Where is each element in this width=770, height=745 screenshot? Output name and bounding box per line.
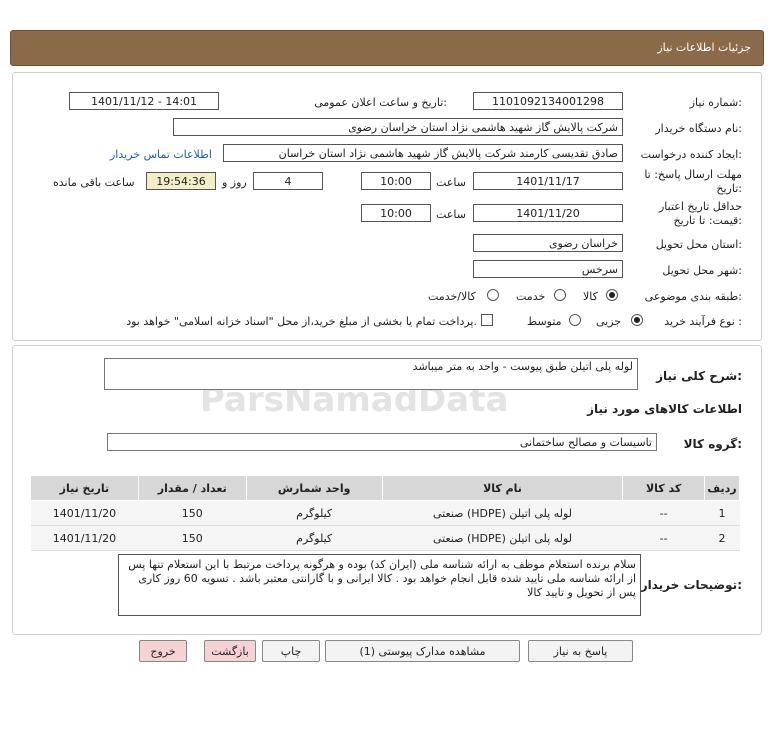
view-attachments-button[interactable]: مشاهده مدارک پیوستی (1) [325, 640, 520, 662]
cell-name: لوله پلی اتیلن (HDPE) صنعتی [382, 525, 623, 551]
need-number-label: شماره نیاز: [689, 96, 742, 109]
category-goods-service-radio[interactable] [487, 289, 499, 301]
buyer-org-field: شرکت پالایش گاز شهید هاشمی نژاد استان خر… [173, 118, 623, 136]
category-goods-radio[interactable] [606, 289, 618, 301]
remaining-time-field: 19:54:36 [146, 172, 216, 190]
days-label: روز و [222, 176, 247, 189]
creator-label: ایجاد کننده درخواست: [640, 148, 742, 161]
reply-button[interactable]: پاسخ به نیاز [528, 640, 633, 662]
cell-unit: کیلوگرم [246, 525, 383, 551]
deadline-time-field: 10:00 [361, 172, 431, 190]
announce-field: 1401/11/12 - 14:01 [69, 92, 219, 110]
buyer-notes-label: توضیحات خریدار: [640, 578, 742, 592]
process-minor-radio[interactable] [631, 314, 643, 326]
col-code: کد کالا [622, 475, 705, 501]
exit-button[interactable]: خروج [139, 640, 187, 662]
category-goods-label: کالا [583, 290, 598, 303]
col-row: ردیف [703, 475, 741, 501]
city-label: شهر محل تحویل: [662, 264, 742, 277]
goods-group-field: تاسیسات و مصالح ساختمانی [107, 433, 657, 451]
cell-unit: کیلوگرم [246, 500, 383, 526]
validity-label-2: قیمت: تا تاریخ: [673, 214, 742, 227]
contact-buyer-link[interactable]: اطلاعات تماس خریدار [110, 148, 212, 161]
cell-row: 1 [704, 500, 740, 526]
process-medium-label: متوسط [527, 315, 562, 328]
table-row[interactable]: 2 -- لوله پلی اتیلن (HDPE) صنعتی کیلوگرم… [30, 525, 740, 551]
col-date: تاریخ نیاز [30, 475, 139, 501]
process-medium-radio[interactable] [569, 314, 581, 326]
goods-table: ردیف کد کالا نام کالا واحد شمارش تعداد /… [30, 475, 741, 551]
category-service-radio[interactable] [554, 289, 566, 301]
category-label: طبقه بندی موضوعی: [644, 290, 742, 303]
cell-qty: 150 [138, 500, 247, 526]
process-label: نوع فرآیند خرید : [664, 315, 742, 328]
cell-code: -- [622, 525, 705, 551]
cell-qty: 150 [138, 525, 247, 551]
days-field: 4 [253, 172, 323, 190]
back-button[interactable]: بازگشت [204, 640, 256, 662]
province-label: استان محل تحویل: [655, 238, 742, 251]
deadline-label-1: مهلت ارسال پاسخ: تا [644, 168, 742, 181]
process-minor-label: جزیی [596, 315, 622, 328]
cell-code: -- [622, 500, 705, 526]
buyer-org-label: نام دستگاه خریدار: [655, 122, 742, 135]
goods-group-label: گروه کالا: [683, 437, 742, 451]
validity-label-1: حداقل تاریخ اعتبار [658, 200, 742, 213]
goods-info-heading: اطلاعات کالاهای مورد نیاز [587, 402, 742, 416]
cell-row: 2 [704, 525, 740, 551]
cell-date: 1401/11/20 [30, 500, 139, 526]
deadline-time-label: ساعت [436, 176, 466, 189]
table-row[interactable]: 1 -- لوله پلی اتیلن (HDPE) صنعتی کیلوگرم… [30, 500, 740, 526]
page-header: جزئیات اطلاعات نیاز [10, 30, 764, 66]
cell-name: لوله پلی اتیلن (HDPE) صنعتی [382, 500, 623, 526]
col-unit: واحد شمارش [245, 475, 383, 501]
need-number-field: 1101092134001298 [473, 92, 623, 110]
validity-time-label: ساعت [436, 208, 466, 221]
table-header-row: ردیف کد کالا نام کالا واحد شمارش تعداد /… [30, 475, 741, 501]
category-goods-service-label: کالا/خدمت [428, 290, 476, 303]
print-button[interactable]: چاپ [262, 640, 320, 662]
validity-date-field: 1401/11/20 [473, 204, 623, 222]
treasury-payment-note: پرداخت تمام یا بخشی از مبلغ خرید،از محل … [126, 315, 477, 328]
summary-label: شرح کلی نیاز: [656, 369, 742, 383]
remaining-label: ساعت باقی مانده [53, 176, 135, 189]
buyer-notes-field: سلام برنده استعلام موظف به ارائه شناسه م… [118, 554, 641, 616]
category-service-label: خدمت [516, 290, 546, 303]
city-field: سرخس [473, 260, 623, 278]
deadline-label-2: تاریخ: [716, 182, 742, 195]
page-title: جزئیات اطلاعات نیاز [657, 41, 751, 54]
col-name: نام کالا [381, 475, 624, 501]
province-field: خراسان رضوی [473, 234, 623, 252]
summary-field: لوله پلی اتیلن طبق پیوست - واحد به متر م… [104, 358, 638, 390]
deadline-date-field: 1401/11/17 [473, 172, 623, 190]
validity-time-field: 10:00 [361, 204, 431, 222]
treasury-payment-checkbox[interactable] [481, 314, 493, 326]
announce-label: تاریخ و ساعت اعلان عمومی: [314, 96, 447, 109]
creator-field: صادق تقدیسی کارمند شرکت پالایش گاز شهید … [223, 144, 623, 162]
cell-date: 1401/11/20 [30, 525, 139, 551]
col-qty: تعداد / مقدار [137, 475, 247, 501]
